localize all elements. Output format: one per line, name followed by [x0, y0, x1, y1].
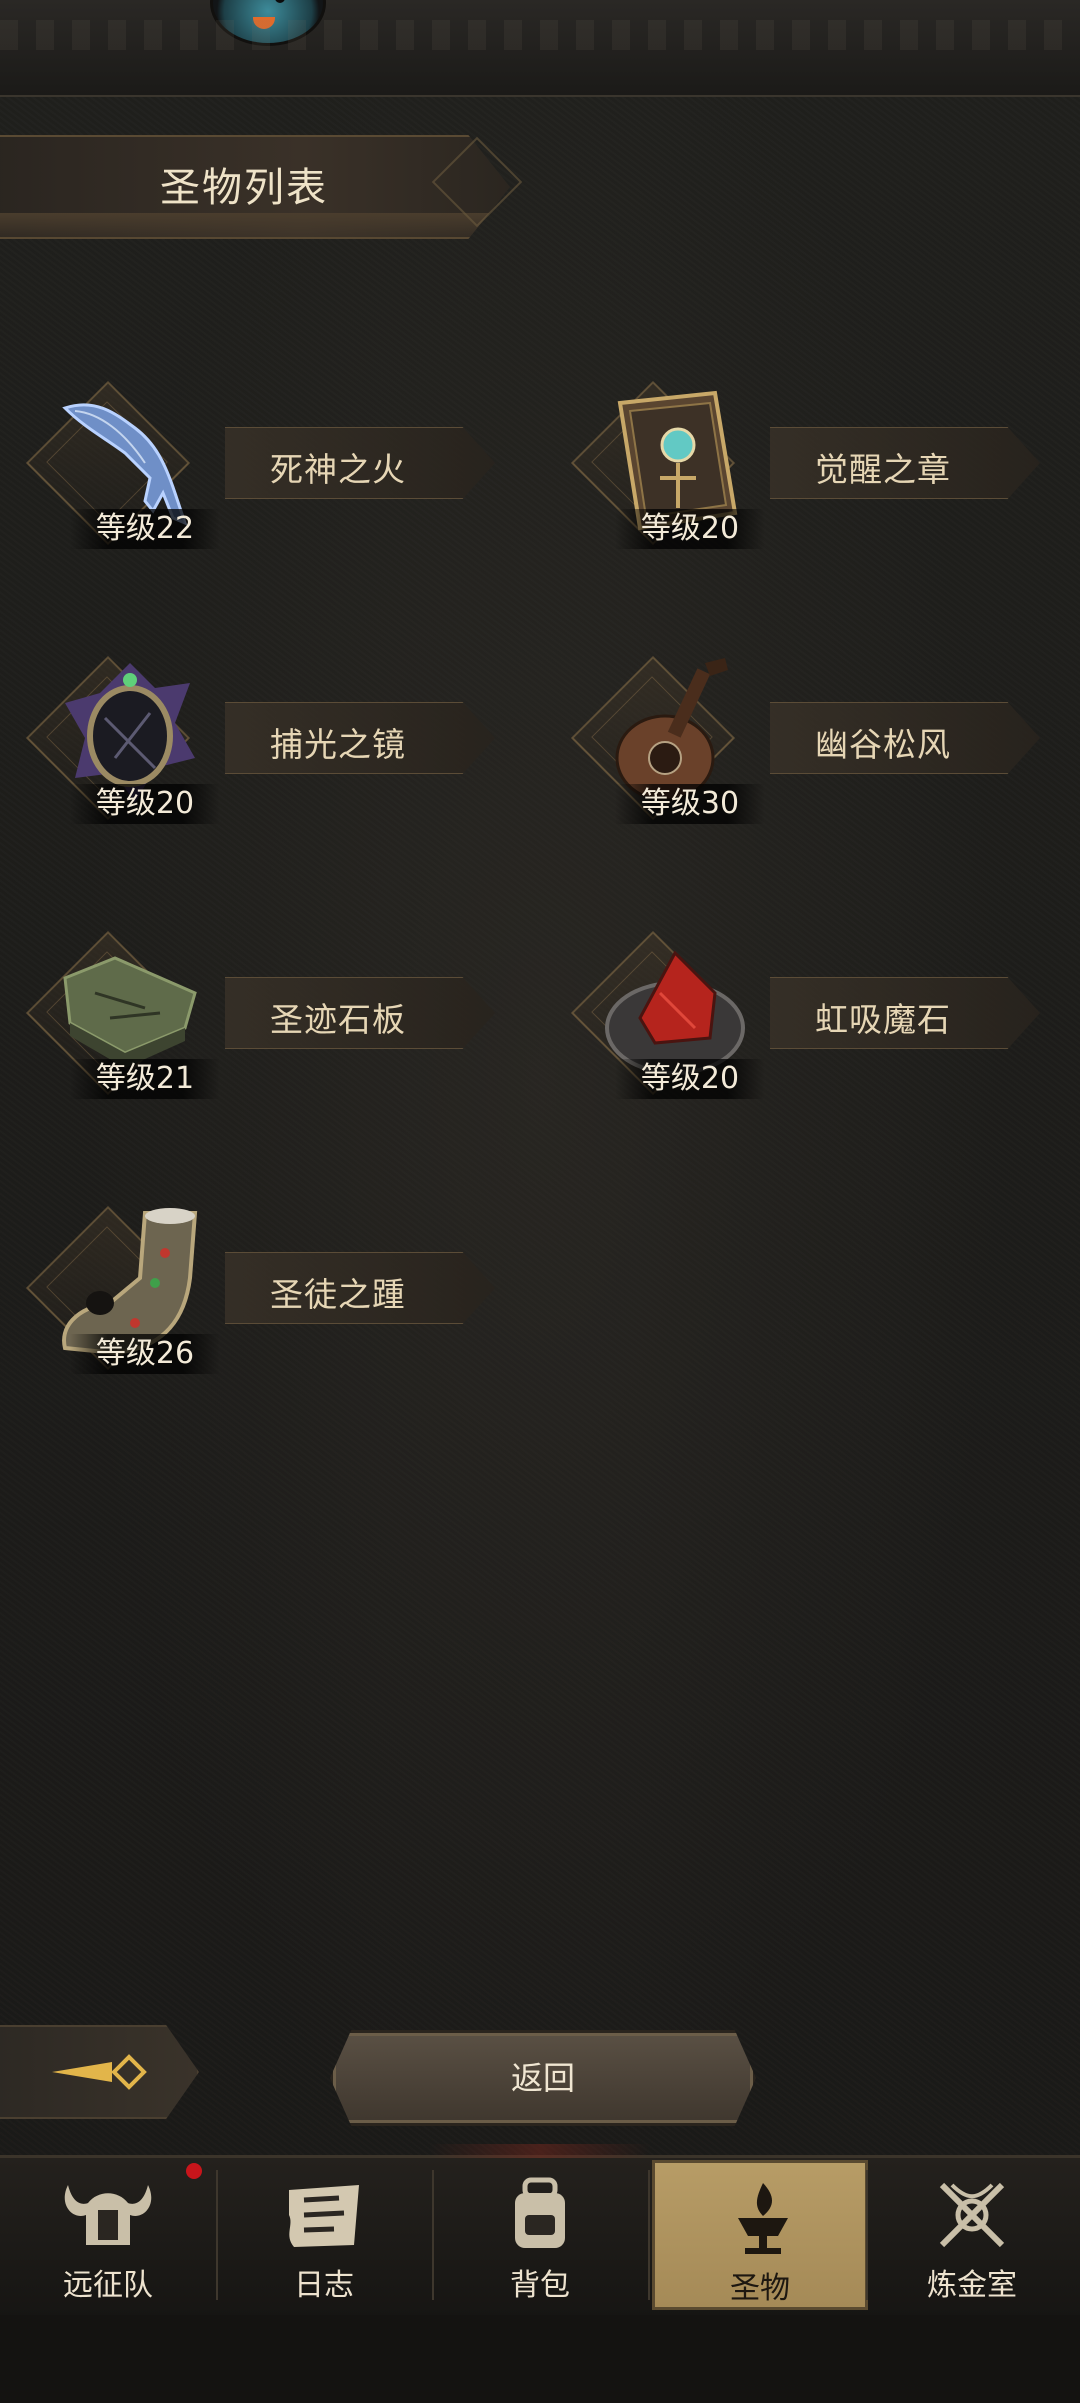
tab-label: 远征队 — [63, 2268, 153, 2303]
relic-item[interactable]: 圣徒之踵 等级26 — [0, 1200, 520, 1374]
relic-name: 幽谷松风 — [815, 725, 951, 764]
tab-label: 日志 — [294, 2268, 354, 2303]
relic-level: 等级30 — [615, 784, 765, 824]
page-title: 圣物列表 — [160, 165, 328, 211]
relic-name: 捕光之镜 — [270, 725, 406, 764]
relic-item[interactable]: 觉醒之章 等级20 — [545, 375, 1065, 549]
bottom-safe-area — [0, 2315, 1080, 2403]
arrow-left-icon — [52, 2054, 147, 2090]
relic-name: 圣迹石板 — [270, 1000, 406, 1039]
relic-item[interactable]: 圣迹石板 等级21 — [0, 925, 520, 1099]
tab-expedition[interactable]: 远征队 — [0, 2160, 216, 2310]
alchemy-symbol-icon — [939, 2182, 1005, 2248]
scroll-icon — [289, 2185, 359, 2247]
relic-level: 等级26 — [70, 1334, 220, 1374]
companion-avatar-icon[interactable] — [210, 0, 326, 46]
horned-helmet-icon — [64, 2185, 152, 2245]
relic-level: 等级20 — [615, 1059, 765, 1099]
relic-item[interactable]: 虹吸魔石 等级20 — [545, 925, 1065, 1099]
relic-name: 虹吸魔石 — [815, 1000, 951, 1039]
relic-level: 等级20 — [615, 509, 765, 549]
relic-item[interactable]: 幽谷松风 等级30 — [545, 650, 1065, 824]
tab-label: 背包 — [510, 2268, 570, 2303]
relic-item[interactable]: 捕光之镜 等级20 — [0, 650, 520, 824]
collapse-arrow-button[interactable] — [0, 2025, 199, 2119]
tab-label: 圣物 — [730, 2271, 790, 2306]
tab-relics[interactable]: 圣物 — [652, 2160, 868, 2310]
return-button[interactable]: 返回 — [330, 2030, 756, 2126]
brazier-icon — [738, 2183, 788, 2254]
tab-alchemy[interactable]: 炼金室 — [864, 2160, 1080, 2310]
relic-name: 死神之火 — [270, 450, 406, 489]
tab-label: 炼金室 — [927, 2268, 1017, 2303]
relic-item[interactable]: 死神之火 等级22 — [0, 375, 520, 549]
relic-level: 等级22 — [70, 509, 220, 549]
backpack-icon — [515, 2177, 565, 2248]
tab-backpack[interactable]: 背包 — [432, 2160, 648, 2310]
relic-level: 等级20 — [70, 784, 220, 824]
notification-badge — [186, 2163, 202, 2179]
relic-name: 觉醒之章 — [815, 450, 951, 489]
tab-journal[interactable]: 日志 — [216, 2160, 432, 2310]
top-bar — [0, 0, 1080, 97]
relic-name: 圣徒之踵 — [270, 1275, 406, 1314]
relic-level: 等级21 — [70, 1059, 220, 1099]
